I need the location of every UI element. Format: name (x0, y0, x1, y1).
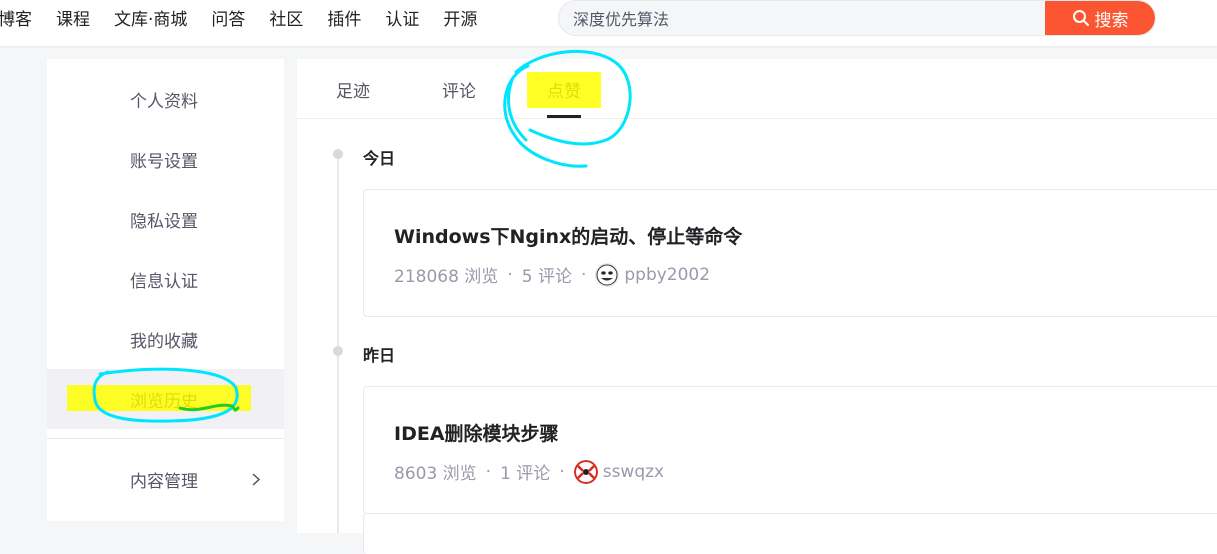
avatar[interactable] (595, 262, 620, 287)
view-count: 8603 浏览 (394, 464, 477, 484)
nav-qa[interactable]: 问答 (211, 5, 245, 30)
day-label-yesterday: 昨日 (363, 346, 396, 365)
meta-separator: · (507, 264, 513, 285)
article-title[interactable]: IDEA删除模块步骤 (394, 419, 559, 446)
sidebar-item-label: 浏览历史 (130, 391, 198, 412)
view-count: 218068 浏览 (394, 267, 499, 287)
comment-count: 1 评论 (500, 464, 551, 484)
sidebar-item-account-settings[interactable]: 账号设置 (47, 129, 284, 189)
nav-certification[interactable]: 认证 (385, 5, 419, 30)
timeline-line (337, 152, 339, 533)
nav-library-mall[interactable]: 文库·商城 (114, 5, 187, 30)
nav-open-source[interactable]: 开源 (443, 5, 477, 30)
search-button[interactable]: 搜索 (1045, 1, 1155, 35)
sidebar-item-verification[interactable]: 信息认证 (47, 249, 284, 309)
author-name[interactable]: ppby2002 (624, 265, 710, 285)
meta-separator: · (485, 461, 492, 482)
history-tabs: 足迹 评论 点赞 (297, 59, 1217, 119)
author-name[interactable]: sswqzx (603, 462, 664, 482)
article-meta: 8603 浏览 · 1 评论 · sswqzx (394, 459, 664, 484)
main-panel: 足迹 评论 点赞 今日 Windows下Nginx的启动、停止等命令 21806… (297, 59, 1217, 554)
sidebar-item-label: 个人资料 (130, 91, 198, 112)
history-card[interactable]: IDEA删除模块步骤 8603 浏览 · 1 评论 · sswqzx (363, 386, 1217, 514)
nav-plugins[interactable]: 插件 (327, 5, 361, 30)
sidebar-item-browse-history[interactable]: 浏览历史 (47, 369, 284, 429)
nav-blog[interactable]: 博客 (0, 5, 32, 30)
history-card[interactable]: Windows下Nginx的启动、停止等命令 218068 浏览 · 5 评论 … (363, 189, 1217, 317)
settings-sidebar: 个人资料 账号设置 隐私设置 信息认证 我的收藏 浏览历史 内容管理 (47, 59, 284, 521)
nav-courses[interactable]: 课程 (56, 5, 90, 30)
nav-community[interactable]: 社区 (269, 5, 303, 30)
sidebar-item-profile[interactable]: 个人资料 (47, 69, 284, 129)
article-title[interactable]: Windows下Nginx的启动、停止等命令 (394, 222, 742, 249)
sidebar-divider (47, 438, 284, 439)
sidebar-item-privacy-settings[interactable]: 隐私设置 (47, 189, 284, 249)
active-tab-indicator (547, 115, 581, 118)
timeline-dot (333, 149, 343, 159)
search-icon (1072, 10, 1089, 26)
meta-separator: · (580, 264, 587, 285)
search-input[interactable] (559, 1, 1049, 35)
meta-separator: · (559, 461, 565, 482)
sidebar-item-label: 我的收藏 (130, 331, 198, 352)
sidebar-item-content-management[interactable]: 内容管理 (47, 449, 284, 509)
sidebar-item-label: 信息认证 (130, 271, 198, 292)
sidebar-item-favorites[interactable]: 我的收藏 (47, 309, 284, 369)
avatar[interactable] (573, 459, 598, 484)
sidebar-item-label: 隐私设置 (130, 211, 198, 232)
comment-count: 5 评论 (521, 267, 572, 287)
article-meta: 218068 浏览 · 5 评论 · ppby2002 (394, 262, 710, 287)
history-card[interactable] (363, 513, 1217, 554)
chevron-right-icon (252, 473, 260, 486)
tab-footprints[interactable]: 足迹 (336, 77, 370, 102)
top-bar: 博客 课程 文库·商城 问答 社区 插件 认证 开源 搜索 (0, 0, 1217, 46)
search-box: 搜索 (558, 0, 1156, 36)
sidebar-item-label: 内容管理 (130, 471, 198, 492)
tab-comments[interactable]: 评论 (442, 77, 476, 102)
sidebar-item-label: 账号设置 (130, 151, 198, 172)
timeline-dot (333, 346, 343, 356)
day-label-today: 今日 (363, 149, 396, 168)
search-button-label: 搜索 (1094, 10, 1129, 31)
top-nav: 博客 课程 文库·商城 问答 社区 插件 认证 开源 (0, 0, 501, 34)
tab-likes[interactable]: 点赞 (547, 77, 581, 102)
